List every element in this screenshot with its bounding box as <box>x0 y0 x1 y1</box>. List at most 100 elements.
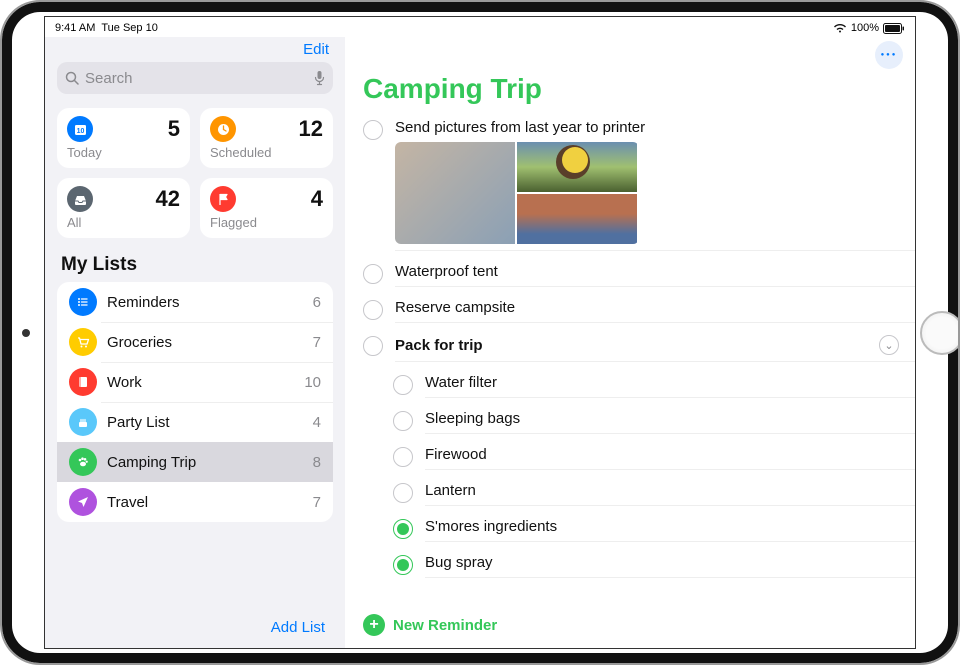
reminder-item[interactable]: Send pictures from last year to printer <box>363 113 915 257</box>
reminder-text: Pack for trip <box>395 337 483 354</box>
plus-icon: + <box>363 614 385 636</box>
reminder-text: Reserve campsite <box>395 299 903 316</box>
search-placeholder: Search <box>85 70 308 87</box>
reminder-attachments[interactable] <box>395 142 639 244</box>
reminder-checkbox[interactable] <box>363 300 383 320</box>
list-count: 4 <box>313 414 321 431</box>
sidebar-list-camping-trip[interactable]: Camping Trip 8 <box>57 442 333 482</box>
reminder-checkbox[interactable] <box>393 483 413 503</box>
reminder-checkbox[interactable] <box>393 375 413 395</box>
sidebar-list-reminders[interactable]: Reminders 6 <box>57 282 333 322</box>
list-count: 8 <box>313 454 321 471</box>
battery-icon <box>883 23 905 34</box>
list-name: Camping Trip <box>107 454 303 471</box>
smart-list-count: 42 <box>156 186 180 212</box>
smart-list-flagged[interactable]: 4 Flagged <box>200 178 333 238</box>
reminder-text: S'mores ingredients <box>425 518 903 535</box>
smart-list-label: Today <box>67 145 180 160</box>
add-list-button[interactable]: Add List <box>57 609 333 648</box>
reminders: Send pictures from last year to printer … <box>345 113 915 602</box>
my-lists: Reminders 6 Groceries 7 Work 10 Party Li… <box>57 282 333 522</box>
reminder-item[interactable]: Water filter <box>363 368 915 404</box>
reminder-checkbox[interactable] <box>363 336 383 356</box>
reminder-checkbox[interactable] <box>393 555 413 575</box>
list-title: Camping Trip <box>345 69 915 113</box>
reminder-checkbox[interactable] <box>393 411 413 431</box>
calendar-icon: 10 <box>67 116 93 142</box>
plane-icon <box>69 488 97 516</box>
status-bar: 9:41 AM Tue Sep 10 100% <box>45 17 915 37</box>
sidebar: Edit Search 10 5 Today 12 Sche <box>45 37 345 648</box>
flag-icon <box>210 186 236 212</box>
reminder-checkbox[interactable] <box>363 264 383 284</box>
list-name: Work <box>107 374 294 391</box>
list-count: 6 <box>313 294 321 311</box>
reminder-text: Water filter <box>425 374 903 391</box>
sidebar-list-groceries[interactable]: Groceries 7 <box>57 322 333 362</box>
reminder-item[interactable]: Reserve campsite <box>363 293 915 329</box>
reminder-checkbox[interactable] <box>393 519 413 539</box>
paw-icon <box>69 448 97 476</box>
reminder-text: Lantern <box>425 482 903 499</box>
list-count: 10 <box>304 374 321 391</box>
device-frame: 9:41 AM Tue Sep 10 100% Edit <box>0 0 960 665</box>
search-icon <box>65 71 79 85</box>
front-camera <box>22 329 30 337</box>
list-name: Reminders <box>107 294 303 311</box>
sidebar-list-travel[interactable]: Travel 7 <box>57 482 333 522</box>
smart-list-today[interactable]: 10 5 Today <box>57 108 190 168</box>
wifi-icon <box>833 23 847 33</box>
list-name: Party List <box>107 414 303 431</box>
more-button[interactable]: ●●● <box>875 41 903 69</box>
mic-icon[interactable] <box>314 70 325 86</box>
list-name: Groceries <box>107 334 303 351</box>
reminder-text: Firewood <box>425 446 903 463</box>
smart-list-label: Flagged <box>210 215 323 230</box>
sidebar-list-work[interactable]: Work 10 <box>57 362 333 402</box>
reminder-item[interactable]: Bug spray <box>363 548 915 584</box>
my-lists-header: My Lists <box>57 254 333 282</box>
screen: 9:41 AM Tue Sep 10 100% Edit <box>44 16 916 649</box>
smart-list-count: 5 <box>168 116 180 142</box>
clock-icon <box>210 116 236 142</box>
reminder-text: Sleeping bags <box>425 410 903 427</box>
reminder-text: Waterproof tent <box>395 263 903 280</box>
reminder-text: Bug spray <box>425 554 903 571</box>
status-time: 9:41 AM <box>55 22 95 34</box>
home-button[interactable] <box>920 311 960 355</box>
main-list: ●●● Camping Trip Send pictures from last… <box>345 37 915 648</box>
photo-thumbnail[interactable] <box>517 142 637 192</box>
smart-list-all[interactable]: 42 All <box>57 178 190 238</box>
list-icon <box>69 288 97 316</box>
reminder-item[interactable]: Firewood <box>363 440 915 476</box>
list-count: 7 <box>313 494 321 511</box>
new-reminder-button[interactable]: + New Reminder <box>345 602 915 648</box>
smart-list-count: 4 <box>311 186 323 212</box>
reminder-checkbox[interactable] <box>363 120 383 140</box>
status-battery-pct: 100% <box>851 22 879 34</box>
smart-lists: 10 5 Today 12 Scheduled 42 All 4 Flagged <box>57 108 333 238</box>
reminder-item[interactable]: Sleeping bags <box>363 404 915 440</box>
list-name: Travel <box>107 494 303 511</box>
reminder-item[interactable]: Waterproof tent <box>363 257 915 293</box>
book-icon <box>69 368 97 396</box>
reminder-item[interactable]: Pack for trip ⌄ <box>363 329 915 368</box>
reminder-checkbox[interactable] <box>393 447 413 467</box>
photo-thumbnail[interactable] <box>517 194 637 244</box>
search-input[interactable]: Search <box>57 62 333 94</box>
chevron-down-icon[interactable]: ⌄ <box>879 335 899 355</box>
smart-list-scheduled[interactable]: 12 Scheduled <box>200 108 333 168</box>
sidebar-list-party-list[interactable]: Party List 4 <box>57 402 333 442</box>
inbox-icon <box>67 186 93 212</box>
smart-list-count: 12 <box>299 116 323 142</box>
reminder-item[interactable]: S'mores ingredients <box>363 512 915 548</box>
reminder-text: Send pictures from last year to printer <box>395 119 903 136</box>
status-date: Tue Sep 10 <box>101 22 157 34</box>
reminder-item[interactable]: Lantern <box>363 476 915 512</box>
list-count: 7 <box>313 334 321 351</box>
cart-icon <box>69 328 97 356</box>
edit-button[interactable]: Edit <box>303 41 329 58</box>
new-reminder-label: New Reminder <box>393 617 497 634</box>
photo-thumbnail[interactable] <box>395 142 515 244</box>
smart-list-label: All <box>67 215 180 230</box>
